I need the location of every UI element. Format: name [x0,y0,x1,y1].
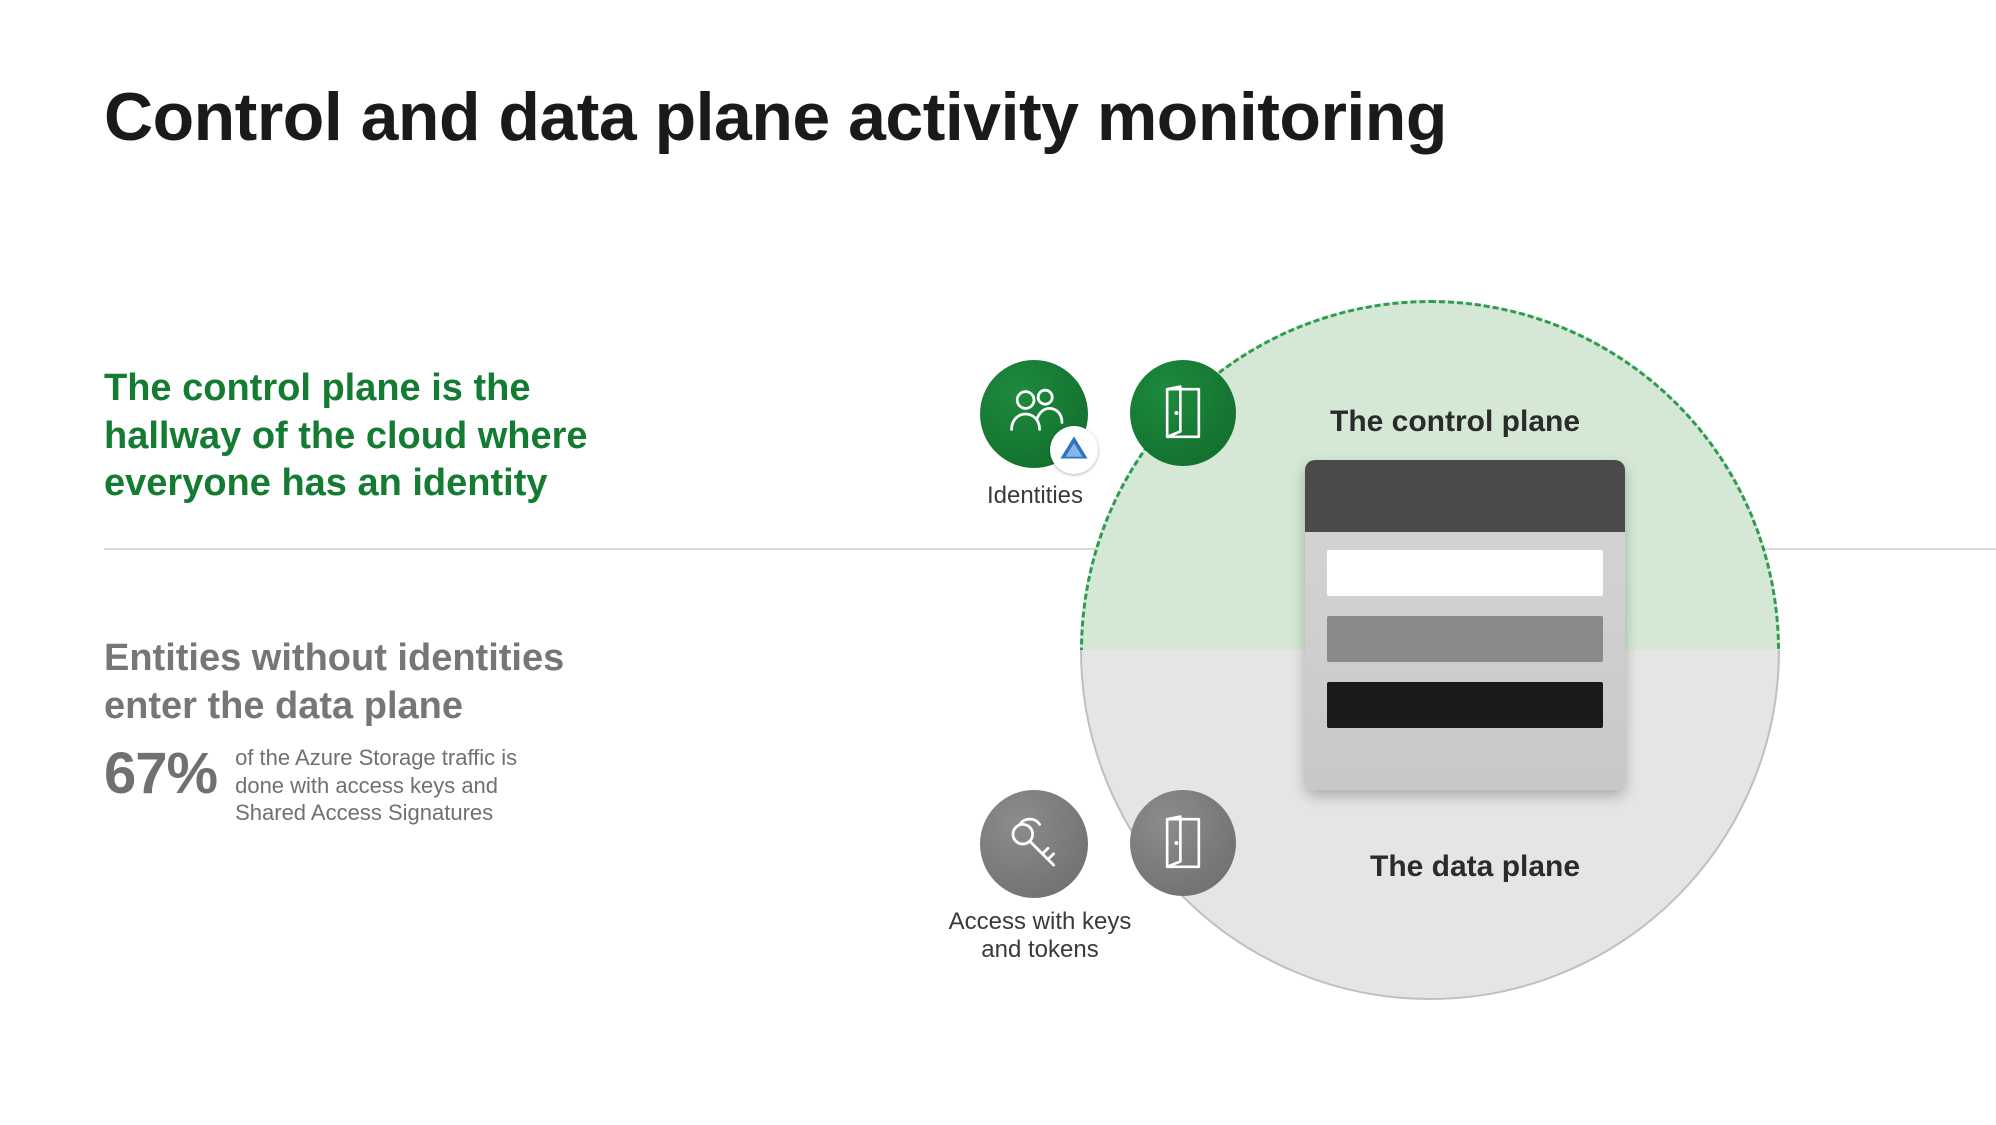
data-plane-label: The data plane [1370,850,1580,884]
resource-window-icon [1305,460,1625,790]
slide: Control and data plane activity monitori… [0,0,1996,1125]
azure-ad-badge-icon [1050,426,1098,474]
door-icon [1150,810,1216,876]
access-keys-icon [980,790,1088,898]
door-icon [1150,380,1216,446]
window-body [1305,532,1625,746]
window-row [1327,682,1603,728]
access-keys-caption: Access with keys and tokens [935,908,1145,963]
plane-diagram: The control plane The data plane [930,260,1970,1000]
window-row [1327,616,1603,662]
data-plane-door-icon [1130,790,1236,896]
stat-block: 67% of the Azure Storage traffic is done… [104,740,545,827]
control-plane-label: The control plane [1330,405,1580,439]
key-icon [999,809,1069,879]
identities-caption: Identities [975,482,1095,510]
identities-icon [980,360,1088,468]
data-plane-description: Entities without identities enter the da… [104,635,624,730]
stat-description: of the Azure Storage traffic is done wit… [235,740,545,827]
slide-title: Control and data plane activity monitori… [104,78,1447,156]
control-plane-door-icon [1130,360,1236,466]
control-plane-description: The control plane is the hallway of the … [104,365,624,508]
stat-percentage: 67% [104,740,217,807]
window-row [1327,550,1603,596]
window-titlebar [1305,460,1625,532]
